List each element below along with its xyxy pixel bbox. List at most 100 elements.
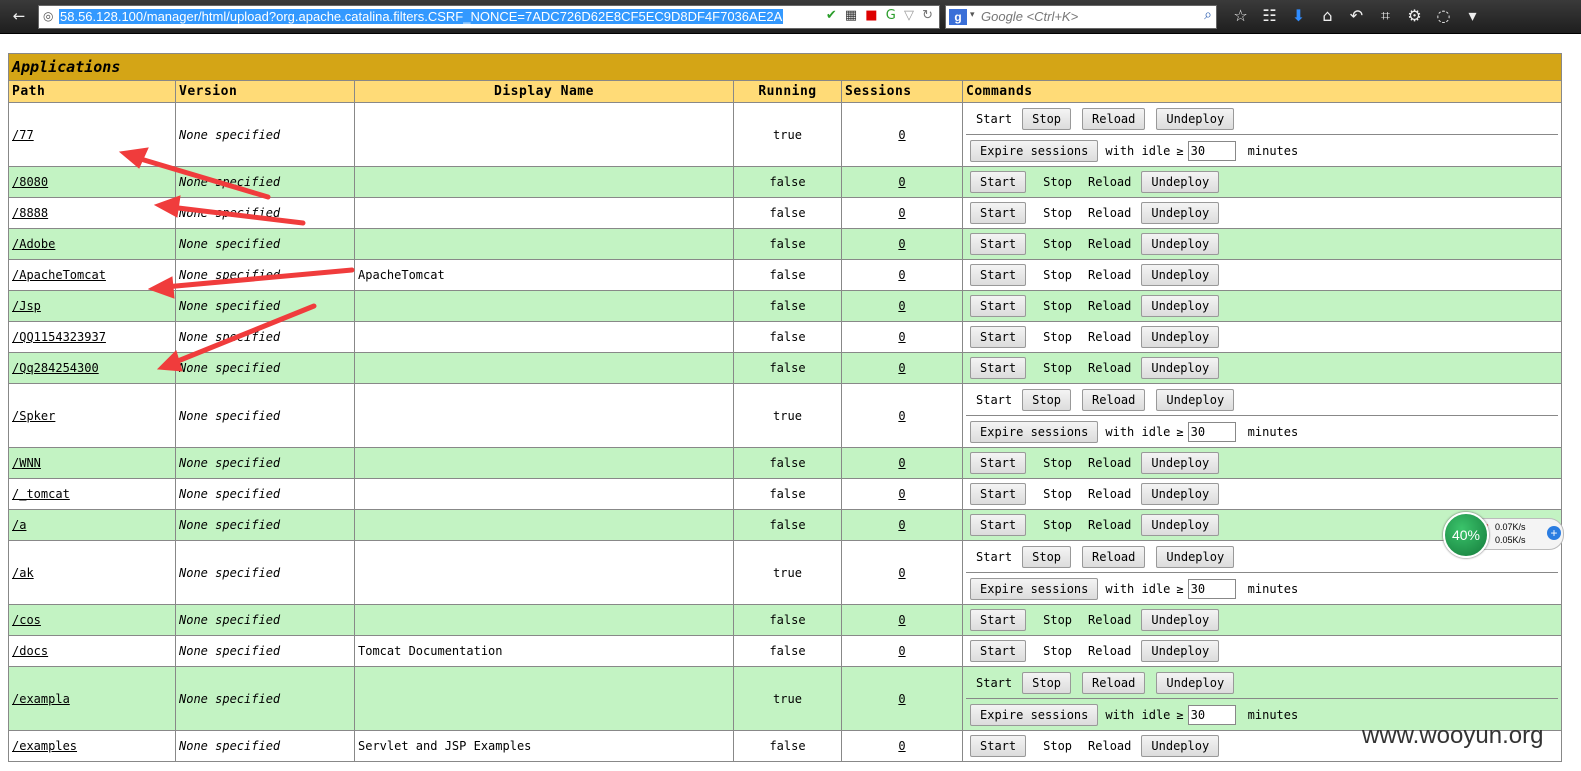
app-path-link[interactable]: /exampla (12, 692, 70, 706)
reload-button[interactable]: Reload (1082, 107, 1146, 130)
expire-sessions-button[interactable]: Expire sessions (970, 139, 1099, 162)
sessions-link[interactable]: 0 (898, 613, 905, 627)
start-button[interactable]: Start (970, 326, 1027, 348)
sessions-link[interactable]: 0 (898, 644, 905, 658)
undeploy-button[interactable]: Undeploy (1141, 233, 1220, 255)
start-button[interactable]: Start (970, 640, 1027, 662)
undeploy-button[interactable]: Undeploy (1156, 388, 1235, 411)
app-path-link[interactable]: /8080 (12, 175, 48, 189)
app-path-link[interactable]: /_tomcat (12, 487, 70, 501)
app-path-link[interactable]: /8888 (12, 206, 48, 220)
app-path-link[interactable]: /a (12, 518, 26, 532)
shield-icon[interactable]: ✔ (826, 8, 837, 23)
stop-button[interactable]: Stop (1022, 107, 1072, 130)
start-button[interactable]: Start (970, 202, 1027, 224)
undeploy-button[interactable]: Undeploy (1141, 357, 1220, 379)
sessions-link[interactable]: 0 (898, 409, 905, 423)
sessions-link[interactable]: 0 (898, 518, 905, 532)
idle-minutes-input[interactable]: 30 (1187, 140, 1236, 161)
undeploy-button[interactable]: Undeploy (1141, 326, 1220, 348)
refresh-icon[interactable]: ↻ (922, 8, 933, 23)
undeploy-button[interactable]: Undeploy (1141, 202, 1220, 224)
sessions-link[interactable]: 0 (898, 330, 905, 344)
start-button[interactable]: Start (970, 233, 1027, 255)
search-icon[interactable]: ⌕ (1204, 7, 1212, 23)
sessions-link[interactable]: 0 (898, 175, 905, 189)
sessions-link[interactable]: 0 (898, 237, 905, 251)
idle-minutes-input[interactable]: 30 (1187, 704, 1236, 725)
app-path-link[interactable]: /WNN (12, 456, 41, 470)
network-speed-widget[interactable]: ↑ 0.07K/s ↓ 0.05K/s + 40% (1440, 510, 1568, 558)
idle-minutes-input[interactable]: 30 (1187, 421, 1236, 442)
crop-icon[interactable]: ⌗ (1371, 5, 1400, 27)
app-path-link[interactable]: /docs (12, 644, 48, 658)
app-path-link[interactable]: /QQ1154323937 (12, 330, 106, 344)
undeploy-button[interactable]: Undeploy (1156, 107, 1235, 130)
start-button[interactable]: Start (970, 609, 1027, 631)
app-path-link[interactable]: /ApacheTomcat (12, 268, 106, 282)
menu-icon[interactable]: ▾ (1458, 5, 1487, 27)
sessions-link[interactable]: 0 (898, 456, 905, 470)
sessions-link[interactable]: 0 (898, 268, 905, 282)
start-button[interactable]: Start (970, 171, 1027, 193)
bookmarks-list-icon[interactable]: ☷ (1255, 5, 1284, 27)
expire-sessions-button[interactable]: Expire sessions (970, 420, 1099, 443)
reload-button[interactable]: Reload (1082, 388, 1146, 411)
stop-button[interactable]: Stop (1022, 545, 1072, 568)
address-bar[interactable]: ◎ 58.56.128.100/manager/html/upload?org.… (38, 5, 940, 29)
undeploy-button[interactable]: Undeploy (1141, 735, 1220, 757)
qr-code-icon[interactable]: ▦ (845, 8, 857, 23)
undeploy-button[interactable]: Undeploy (1141, 609, 1220, 631)
undeploy-button[interactable]: Undeploy (1141, 483, 1220, 505)
dropdown-icon[interactable]: ▽ (904, 8, 914, 23)
download-icon[interactable]: ⬇ (1284, 5, 1313, 27)
start-button[interactable]: Start (970, 514, 1027, 536)
green-g-icon[interactable]: G (886, 8, 896, 23)
app-path-link[interactable]: /ak (12, 566, 34, 580)
start-button[interactable]: Start (970, 735, 1027, 757)
url-text[interactable]: 58.56.128.100/manager/html/upload?org.ap… (59, 9, 784, 24)
undeploy-button[interactable]: Undeploy (1141, 264, 1220, 286)
app-path-link[interactable]: /Qq284254300 (12, 361, 99, 375)
home-icon[interactable]: ⌂ (1313, 5, 1342, 27)
expire-sessions-button[interactable]: Expire sessions (970, 577, 1099, 600)
undeploy-button[interactable]: Undeploy (1141, 171, 1220, 193)
undeploy-button[interactable]: Undeploy (1156, 545, 1235, 568)
sessions-link[interactable]: 0 (898, 566, 905, 580)
sessions-link[interactable]: 0 (898, 206, 905, 220)
undeploy-button[interactable]: Undeploy (1156, 671, 1235, 694)
reload-button[interactable]: Reload (1082, 671, 1146, 694)
app-path-link[interactable]: /Jsp (12, 299, 41, 313)
app-path-link[interactable]: /Spker (12, 409, 55, 423)
back-arrow-icon[interactable]: ← (8, 6, 30, 26)
undeploy-button[interactable]: Undeploy (1141, 452, 1220, 474)
bookmark-star-icon[interactable]: ☆ (1226, 5, 1255, 27)
search-dropdown-icon[interactable]: ▾ (970, 10, 975, 20)
stop-button[interactable]: Stop (1022, 388, 1072, 411)
sessions-link[interactable]: 0 (898, 487, 905, 501)
sessions-link[interactable]: 0 (898, 361, 905, 375)
expire-sessions-button[interactable]: Expire sessions (970, 703, 1099, 726)
start-button[interactable]: Start (970, 264, 1027, 286)
undeploy-button[interactable]: Undeploy (1141, 514, 1220, 536)
undeploy-button[interactable]: Undeploy (1141, 295, 1220, 317)
google-icon[interactable]: g (949, 9, 967, 25)
search-bar[interactable]: g ▾ Google <Ctrl+K> ⌕ (945, 5, 1217, 29)
app-path-link[interactable]: /examples (12, 739, 77, 753)
sessions-link[interactable]: 0 (898, 299, 905, 313)
app-path-link[interactable]: /Adobe (12, 237, 55, 251)
addon-icon[interactable]: ⚙ (1400, 5, 1429, 27)
memory-percent-indicator[interactable]: 40% (1443, 512, 1489, 558)
start-button[interactable]: Start (970, 452, 1027, 474)
sessions-link[interactable]: 0 (898, 692, 905, 706)
app-path-link[interactable]: /77 (12, 128, 34, 142)
reload-button[interactable]: Reload (1082, 545, 1146, 568)
idle-minutes-input[interactable]: 30 (1187, 578, 1236, 599)
start-button[interactable]: Start (970, 295, 1027, 317)
plus-icon[interactable]: + (1547, 526, 1561, 540)
undo-icon[interactable]: ↶ (1342, 5, 1371, 27)
sessions-link[interactable]: 0 (898, 128, 905, 142)
stop-button[interactable]: Stop (1022, 671, 1072, 694)
search-placeholder[interactable]: Google <Ctrl+K> (981, 9, 1078, 24)
flag-icon[interactable]: ■ (865, 8, 877, 23)
